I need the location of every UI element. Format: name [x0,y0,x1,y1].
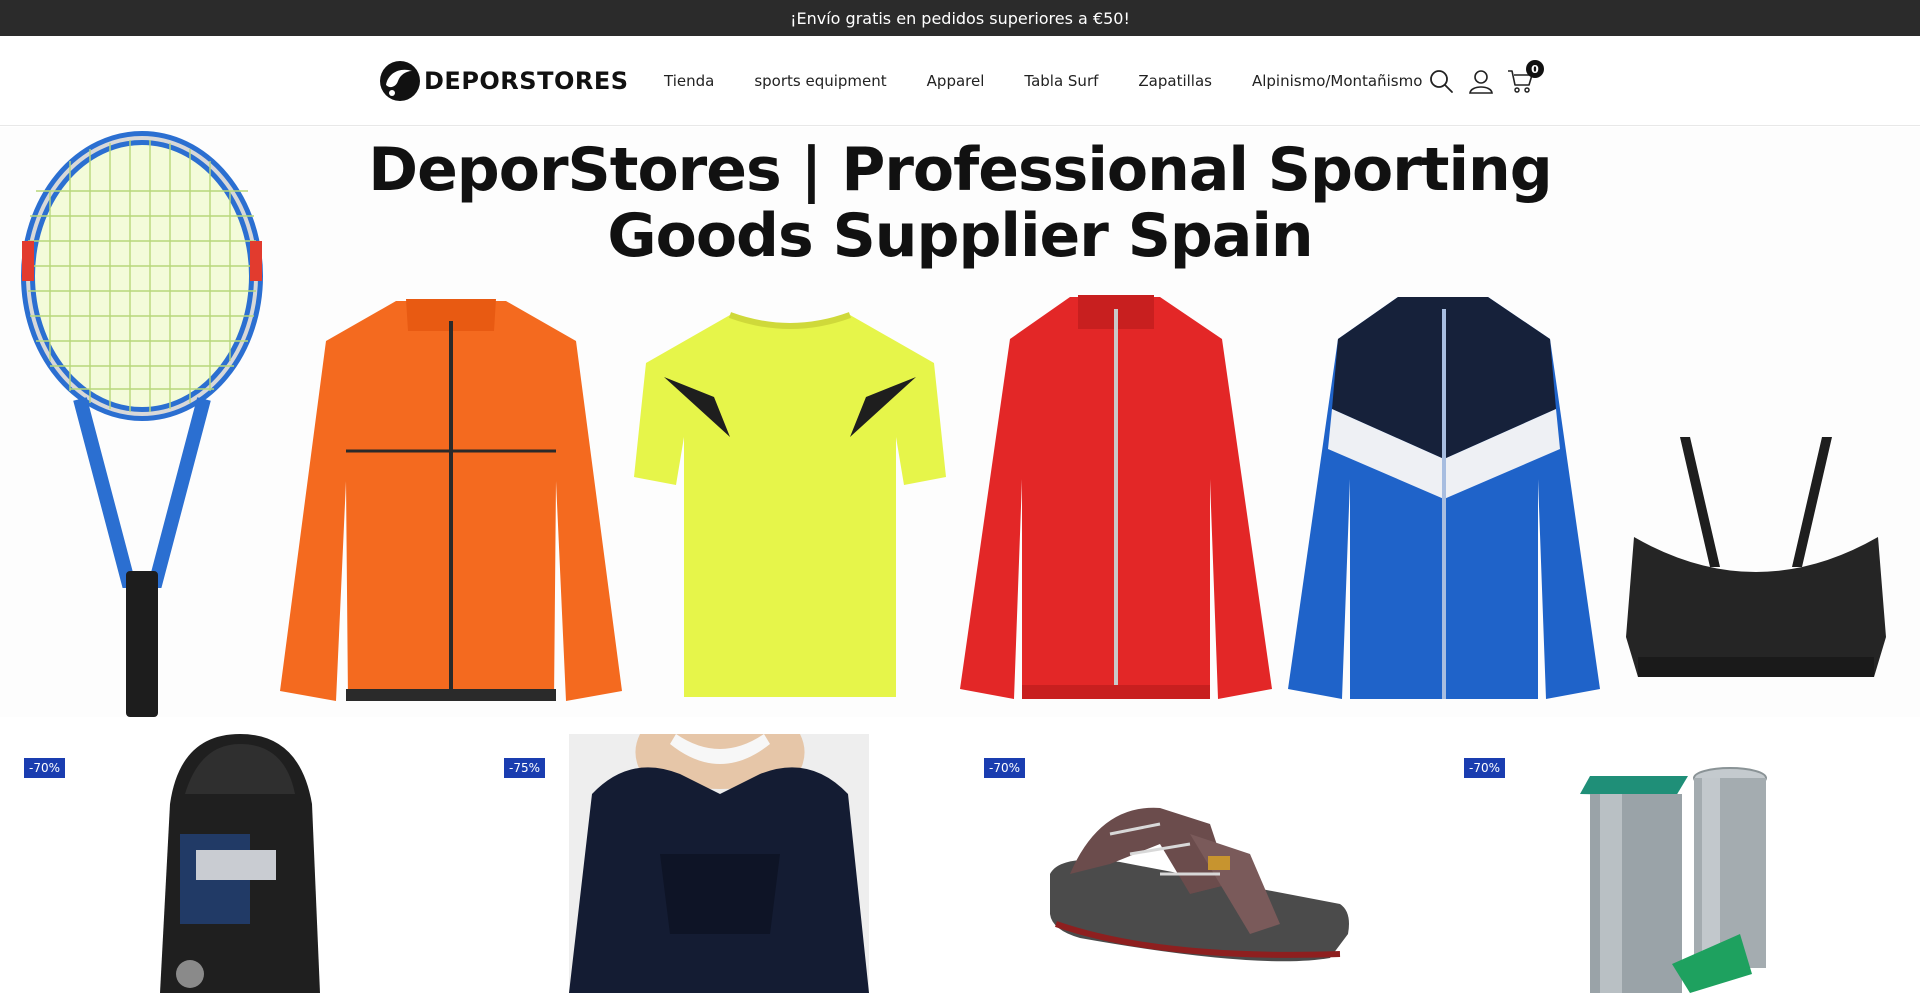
hero-title-line2: Goods Supplier Spain [607,201,1313,271]
product-card[interactable]: -75% [480,734,960,993]
discount-badge: -70% [984,758,1026,778]
search-icon [1430,70,1453,93]
nav-item-tienda[interactable]: Tienda [664,72,714,90]
discount-badge: -70% [24,758,66,778]
nav-item-alpinismo[interactable]: Alpinismo/Montañismo [1252,72,1422,90]
metal-post-sleeves-image [1580,767,1767,993]
nav-item-sports-equipment[interactable]: sports equipment [754,72,886,90]
announcement-text: ¡Envío gratis en pedidos superiores a €5… [790,8,1130,28]
hero-banner[interactable]: DeporStores | Professional Sporting Good… [0,127,1920,717]
blue-track-jacket-image [1288,297,1600,699]
account-button[interactable] [1466,66,1496,96]
product-grid: -70% -75% -70% -70% [0,734,1920,993]
main-nav: Tienda sports equipment Apparel Tabla Su… [664,36,1422,126]
hero-title-line1: DeporStores | Professional Sporting [368,135,1552,205]
logo[interactable]: DEPORSTORES [378,58,629,104]
discount-badge: -75% [504,758,546,778]
logo-text: DEPORSTORES [424,67,629,95]
product-card[interactable]: -70% [960,734,1440,993]
header-icons: 0 [1426,60,1544,98]
yellow-tshirt-image [634,312,946,697]
cart-button[interactable]: 0 [1506,60,1544,96]
orange-jacket-image [280,299,622,701]
sport-sandal-image [1050,807,1349,962]
cart-count-badge: 0 [1526,60,1544,78]
tennis-racket-image [21,131,263,717]
hero-title: DeporStores | Professional Sporting Good… [0,137,1920,269]
black-sports-bra-image [1626,437,1886,677]
nav-item-zapatillas[interactable]: Zapatillas [1138,72,1212,90]
backpack-image [160,734,320,993]
navy-winter-jacket-image [569,734,869,993]
product-card[interactable]: -70% [0,734,480,993]
site-header: DEPORSTORES Tienda sports equipment Appa… [0,36,1920,126]
search-button[interactable] [1426,66,1456,96]
account-icon [1469,70,1493,94]
nav-item-tabla-surf[interactable]: Tabla Surf [1024,72,1098,90]
product-card[interactable]: -70% [1440,734,1920,993]
red-track-jacket-image [960,295,1272,699]
nav-item-apparel[interactable]: Apparel [927,72,985,90]
logo-mark-icon [380,61,420,101]
announcement-bar: ¡Envío gratis en pedidos superiores a €5… [0,0,1920,36]
discount-badge: -70% [1464,758,1506,778]
